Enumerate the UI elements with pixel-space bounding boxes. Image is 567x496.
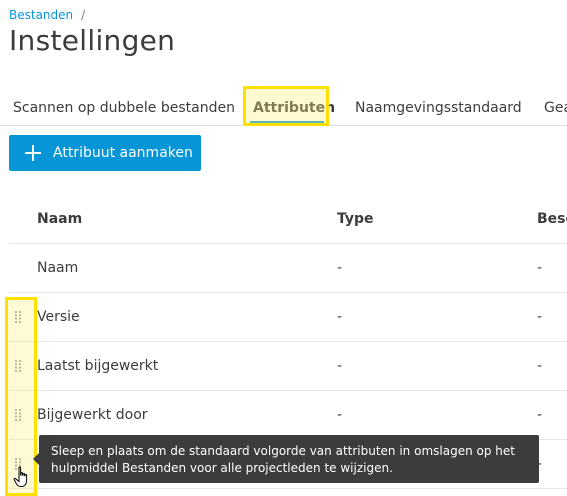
- drag-handle-icon[interactable]: [14, 408, 22, 422]
- tab-truncated[interactable]: Gea: [544, 100, 567, 116]
- tab-attributes[interactable]: Attributen: [253, 100, 335, 116]
- row-description: -: [537, 309, 543, 325]
- row-description: -: [537, 260, 543, 276]
- table-row: Naam - -: [9, 244, 567, 293]
- hand-cursor-icon: [13, 466, 31, 488]
- tab-naming-standard[interactable]: Naamgevingsstandaard: [355, 100, 522, 116]
- tab-duplicate-scan[interactable]: Scannen op dubbele bestanden: [13, 100, 235, 116]
- table-row: Laatst bijgewerkt - -: [9, 342, 567, 391]
- row-type: -: [337, 260, 343, 276]
- row-description: -: [537, 358, 543, 374]
- breadcrumb-link-bestanden[interactable]: Bestanden: [9, 8, 73, 22]
- add-attribute-label: Attribuut aanmaken: [53, 145, 193, 161]
- row-name: Laatst bijgewerkt: [37, 358, 159, 374]
- breadcrumb: Bestanden /: [9, 8, 85, 22]
- drag-handle-icon[interactable]: [14, 359, 22, 373]
- plus-icon: [23, 143, 43, 163]
- table-header-row: Naam Type Besc: [9, 195, 567, 244]
- active-tab-indicator: [250, 121, 324, 123]
- column-header-description[interactable]: Besc: [537, 211, 567, 227]
- breadcrumb-separator: /: [81, 8, 86, 22]
- drag-tooltip: Sleep en plaats om de standaard volgorde…: [33, 435, 539, 483]
- row-type: -: [337, 358, 343, 374]
- page-title: Instellingen: [9, 24, 176, 57]
- row-type: -: [337, 407, 343, 423]
- drag-handle-icon[interactable]: [14, 310, 22, 324]
- row-description: -: [537, 407, 543, 423]
- row-name: Bijgewerkt door: [37, 407, 148, 423]
- table-row: Versie - -: [9, 293, 567, 342]
- add-attribute-button[interactable]: Attribuut aanmaken: [9, 135, 201, 171]
- row-type: -: [337, 309, 343, 325]
- column-header-type[interactable]: Type: [337, 211, 374, 227]
- table-row: Bijgewerkt door - -: [9, 391, 567, 440]
- column-header-name[interactable]: Naam: [37, 211, 82, 227]
- row-name: Naam: [37, 260, 79, 276]
- row-name: Versie: [37, 309, 80, 325]
